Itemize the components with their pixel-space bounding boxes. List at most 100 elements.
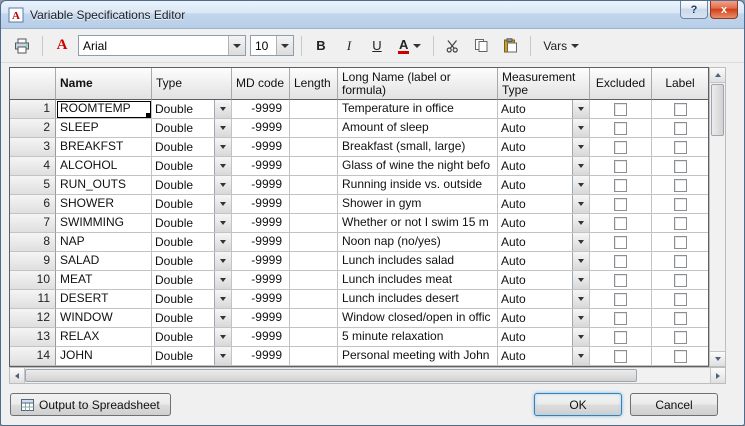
- print-button[interactable]: [9, 34, 35, 58]
- type-dropdown-button[interactable]: [214, 100, 231, 118]
- long-name-cell[interactable]: Temperature in office: [338, 100, 498, 119]
- name-cell[interactable]: RELAX: [56, 328, 152, 347]
- long-name-cell[interactable]: Running inside vs. outside: [338, 176, 498, 195]
- length-cell[interactable]: [290, 271, 338, 290]
- measurement-type-dropdown-button[interactable]: [572, 195, 589, 213]
- header-long-name[interactable]: Long Name (label or formula): [338, 68, 498, 100]
- excluded-checkbox[interactable]: [614, 350, 627, 363]
- excluded-checkbox[interactable]: [614, 293, 627, 306]
- font-name-select[interactable]: Arial: [78, 35, 246, 56]
- header-measurement-type[interactable]: Measurement Type: [498, 68, 590, 100]
- horizontal-scrollbar[interactable]: [9, 367, 726, 384]
- cancel-button[interactable]: Cancel: [630, 393, 718, 416]
- close-button[interactable]: x: [710, 1, 738, 19]
- label-checkbox[interactable]: [674, 122, 687, 135]
- type-cell[interactable]: Double: [152, 252, 232, 271]
- long-name-cell[interactable]: Personal meeting with John: [338, 347, 498, 366]
- name-cell[interactable]: MEAT: [56, 271, 152, 290]
- long-name-cell[interactable]: Lunch includes desert: [338, 290, 498, 309]
- excluded-checkbox[interactable]: [614, 236, 627, 249]
- row-header[interactable]: 14: [10, 347, 56, 366]
- md-code-cell[interactable]: -9999: [232, 195, 290, 214]
- name-cell[interactable]: NAP: [56, 233, 152, 252]
- type-dropdown-button[interactable]: [214, 214, 231, 232]
- help-button[interactable]: ?: [680, 1, 708, 19]
- row-header[interactable]: 13: [10, 328, 56, 347]
- row-header[interactable]: 1: [10, 100, 56, 119]
- row-header[interactable]: 2: [10, 119, 56, 138]
- header-md-code[interactable]: MD code: [232, 68, 290, 100]
- excluded-checkbox[interactable]: [614, 141, 627, 154]
- type-cell[interactable]: Double: [152, 290, 232, 309]
- label-checkbox[interactable]: [674, 350, 687, 363]
- type-cell[interactable]: Double: [152, 176, 232, 195]
- long-name-cell[interactable]: Glass of wine the night befo: [338, 157, 498, 176]
- measurement-type-dropdown-button[interactable]: [572, 214, 589, 232]
- length-cell[interactable]: [290, 309, 338, 328]
- excluded-checkbox[interactable]: [614, 274, 627, 287]
- type-dropdown-button[interactable]: [214, 290, 231, 308]
- md-code-cell[interactable]: -9999: [232, 119, 290, 138]
- cut-button[interactable]: [441, 34, 465, 58]
- label-checkbox[interactable]: [674, 179, 687, 192]
- label-checkbox[interactable]: [674, 198, 687, 211]
- type-dropdown-button[interactable]: [214, 252, 231, 270]
- measurement-type-cell[interactable]: Auto: [498, 290, 590, 309]
- measurement-type-dropdown-button[interactable]: [572, 119, 589, 137]
- excluded-checkbox[interactable]: [614, 160, 627, 173]
- measurement-type-dropdown-button[interactable]: [572, 347, 589, 365]
- type-cell[interactable]: Double: [152, 271, 232, 290]
- name-cell[interactable]: SALAD: [56, 252, 152, 271]
- italic-button[interactable]: I: [337, 34, 361, 58]
- long-name-cell[interactable]: 5 minute relaxation: [338, 328, 498, 347]
- row-header[interactable]: 10: [10, 271, 56, 290]
- paste-button[interactable]: [498, 34, 523, 58]
- length-cell[interactable]: [290, 176, 338, 195]
- type-cell[interactable]: Double: [152, 328, 232, 347]
- type-cell[interactable]: Double: [152, 157, 232, 176]
- measurement-type-cell[interactable]: Auto: [498, 271, 590, 290]
- row-header[interactable]: 11: [10, 290, 56, 309]
- length-cell[interactable]: [290, 252, 338, 271]
- type-cell[interactable]: Double: [152, 347, 232, 366]
- type-dropdown-button[interactable]: [214, 157, 231, 175]
- length-cell[interactable]: [290, 347, 338, 366]
- format-button[interactable]: A: [50, 34, 74, 58]
- md-code-cell[interactable]: -9999: [232, 138, 290, 157]
- type-dropdown-button[interactable]: [214, 176, 231, 194]
- type-dropdown-button[interactable]: [214, 271, 231, 289]
- excluded-checkbox[interactable]: [614, 103, 627, 116]
- header-type[interactable]: Type: [152, 68, 232, 100]
- label-checkbox[interactable]: [674, 141, 687, 154]
- label-checkbox[interactable]: [674, 312, 687, 325]
- name-cell[interactable]: RUN_OUTS: [56, 176, 152, 195]
- length-cell[interactable]: [290, 138, 338, 157]
- row-header[interactable]: 5: [10, 176, 56, 195]
- measurement-type-cell[interactable]: Auto: [498, 233, 590, 252]
- scroll-right-button[interactable]: [710, 368, 725, 383]
- md-code-cell[interactable]: -9999: [232, 157, 290, 176]
- copy-button[interactable]: [469, 34, 494, 58]
- header-name[interactable]: Name: [56, 68, 152, 100]
- bold-button[interactable]: B: [309, 34, 333, 58]
- type-dropdown-button[interactable]: [214, 347, 231, 365]
- name-cell[interactable]: SLEEP: [56, 119, 152, 138]
- ok-button[interactable]: OK: [534, 393, 622, 416]
- label-checkbox[interactable]: [674, 331, 687, 344]
- measurement-type-cell[interactable]: Auto: [498, 119, 590, 138]
- vars-button[interactable]: Vars: [538, 34, 584, 58]
- long-name-cell[interactable]: Whether or not I swim 15 m: [338, 214, 498, 233]
- scroll-down-button[interactable]: [710, 351, 725, 366]
- length-cell[interactable]: [290, 100, 338, 119]
- length-cell[interactable]: [290, 328, 338, 347]
- font-size-select[interactable]: 10: [250, 35, 294, 56]
- measurement-type-cell[interactable]: Auto: [498, 138, 590, 157]
- label-checkbox[interactable]: [674, 103, 687, 116]
- long-name-cell[interactable]: Amount of sleep: [338, 119, 498, 138]
- horizontal-scroll-thumb[interactable]: [25, 369, 637, 382]
- measurement-type-dropdown-button[interactable]: [572, 252, 589, 270]
- md-code-cell[interactable]: -9999: [232, 176, 290, 195]
- long-name-cell[interactable]: Lunch includes salad: [338, 252, 498, 271]
- type-cell[interactable]: Double: [152, 233, 232, 252]
- md-code-cell[interactable]: -9999: [232, 347, 290, 366]
